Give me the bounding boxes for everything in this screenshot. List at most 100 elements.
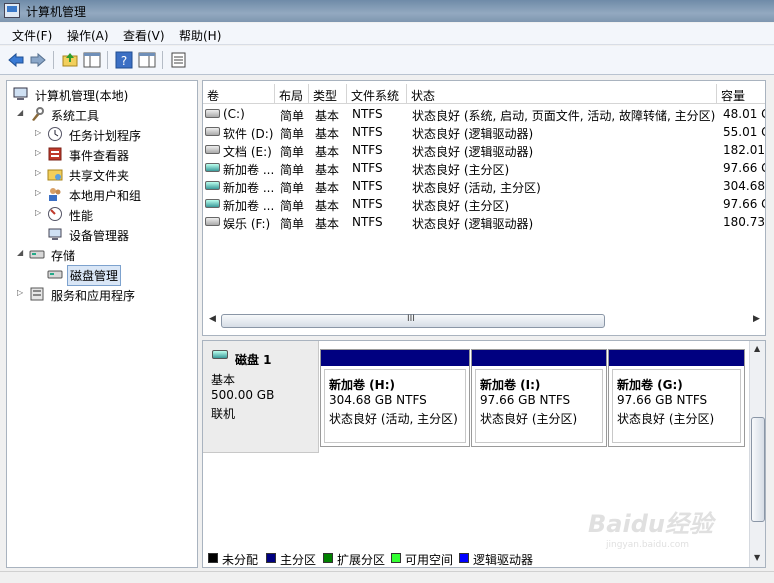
partition-size: 97.66 GB NTFS	[617, 393, 708, 407]
expanded-arrow-icon[interactable]: ◢	[17, 248, 27, 257]
scroll-left-arrow-icon[interactable]: ◀	[209, 314, 216, 324]
volume-row[interactable]: 软件 (D:) 简单 基本 NTFS 状态良好 (逻辑驱动器) 55.01 G	[203, 123, 766, 141]
disk-name: 磁盘 1	[235, 353, 272, 367]
column-header-status[interactable]: 状态	[407, 84, 717, 104]
collapsed-arrow-icon[interactable]: ▷	[35, 208, 45, 217]
help-icon[interactable]: ?	[115, 51, 133, 69]
menu-help[interactable]: 帮助(H)	[179, 27, 221, 44]
watermark-url: jingyan.baidu.com	[606, 540, 690, 550]
legend-label: 主分区	[280, 553, 317, 567]
expanded-arrow-icon[interactable]: ◢	[17, 108, 27, 117]
volume-name: (C:)	[223, 107, 245, 121]
volume-status: 状态良好 (逻辑驱动器)	[412, 217, 534, 231]
column-header-type[interactable]: 类型	[309, 84, 347, 104]
volume-capacity: 97.66 G	[723, 161, 766, 175]
tree-label-event-viewer: 事件查看器	[69, 149, 130, 163]
volume-list-header: 卷 布局 类型 文件系统 状态 容量	[203, 84, 765, 104]
column-header-volume[interactable]: 卷	[203, 84, 275, 104]
menu-action[interactable]: 操作(A)	[67, 27, 109, 44]
volume-name: 软件 (D:)	[223, 127, 274, 141]
scroll-up-arrow-icon[interactable]: ▲	[754, 344, 760, 353]
drive-icon	[205, 163, 220, 172]
properties-icon[interactable]	[138, 51, 156, 69]
event-viewer-icon	[48, 147, 62, 161]
volume-status: 状态良好 (逻辑驱动器)	[412, 127, 534, 141]
volume-type: 基本	[315, 145, 340, 159]
tree-label-disk-management: 磁盘管理	[67, 265, 122, 286]
volume-layout: 简单	[280, 127, 305, 141]
partition-block[interactable]: 新加卷 (I:) 97.66 GB NTFS 状态良好 (主分区)	[471, 349, 607, 447]
column-header-layout[interactable]: 布局	[275, 84, 309, 104]
collapsed-arrow-icon[interactable]: ▷	[35, 128, 45, 137]
volume-filesystem: NTFS	[352, 197, 383, 211]
scroll-right-arrow-icon[interactable]: ▶	[753, 314, 760, 324]
drive-icon	[205, 217, 220, 226]
collapsed-arrow-icon[interactable]: ▷	[17, 288, 27, 297]
volume-type: 基本	[315, 181, 340, 195]
partition-status: 状态良好 (主分区)	[480, 412, 578, 426]
scrollbar-thumb[interactable]: III	[221, 314, 605, 328]
volume-row[interactable]: (C:) 简单 基本 NTFS 状态良好 (系统, 启动, 页面文件, 活动, …	[203, 105, 765, 123]
volume-status: 状态良好 (系统, 启动, 页面文件, 活动, 故障转储, 主分区)	[412, 109, 716, 123]
menu-view[interactable]: 查看(V)	[123, 27, 165, 44]
legend-swatch	[391, 553, 401, 563]
tree-label-device-manager: 设备管理器	[69, 229, 130, 243]
drive-icon	[205, 199, 220, 208]
tree-label-system-tools: 系统工具	[51, 109, 100, 123]
disk-info-panel[interactable]: 磁盘 1 基本 500.00 GB 联机	[203, 341, 319, 453]
primary-partition-bar	[321, 350, 469, 366]
partition-name: 新加卷 (I:)	[480, 378, 541, 392]
computer-icon	[13, 87, 28, 100]
volume-row[interactable]: 娱乐 (F:) 简单 基本 NTFS 状态良好 (逻辑驱动器) 180.73	[203, 213, 765, 231]
volume-row[interactable]: 新加卷 ... 简单 基本 NTFS 状态良好 (主分区) 97.66 G	[203, 159, 766, 177]
partition-status: 状态良好 (主分区)	[617, 412, 715, 426]
volume-name: 新加卷 ...	[223, 163, 275, 177]
collapsed-arrow-icon[interactable]: ▷	[35, 168, 45, 177]
volume-capacity: 55.01 G	[723, 125, 766, 139]
volume-status: 状态良好 (主分区)	[412, 199, 510, 213]
forward-icon[interactable]	[29, 51, 47, 69]
tree-label-storage: 存储	[51, 249, 76, 263]
disk-state: 联机	[211, 407, 236, 421]
scrollbar-thumb[interactable]	[751, 417, 765, 522]
export-icon[interactable]	[170, 51, 188, 69]
volume-layout: 简单	[280, 163, 305, 177]
primary-partition-bar	[609, 350, 744, 366]
partition-block[interactable]: 新加卷 (G:) 97.66 GB NTFS 状态良好 (主分区)	[608, 349, 745, 447]
watermark-text: Baidu经验	[588, 510, 713, 538]
volume-filesystem: NTFS	[352, 179, 383, 193]
volume-type: 基本	[315, 163, 340, 177]
volume-capacity: 182.01	[723, 143, 765, 157]
disk-icon	[212, 350, 228, 359]
volume-capacity: 97.66 G	[723, 197, 766, 211]
partition-size: 304.68 GB NTFS	[329, 393, 427, 407]
vertical-scrollbar[interactable]: ▲ ▼	[749, 341, 765, 567]
column-header-capacity[interactable]: 容量	[717, 84, 765, 104]
back-icon[interactable]	[7, 51, 25, 69]
volume-layout: 简单	[280, 145, 305, 159]
volume-row[interactable]: 文档 (E:) 简单 基本 NTFS 状态良好 (逻辑驱动器) 182.01	[203, 141, 765, 159]
volume-name: 新加卷 ...	[223, 199, 275, 213]
volume-capacity: 180.73	[723, 215, 765, 229]
volume-type: 基本	[315, 109, 340, 123]
clock-icon	[48, 127, 62, 141]
navigation-tree: 计算机管理(本地) ◢ 系统工具 ▷ 任务计划程序 ▷ 事件查看器 ▷ 共享文件…	[6, 80, 198, 568]
horizontal-scrollbar[interactable]: ◀ III ▶	[207, 313, 763, 330]
show-hide-tree-icon[interactable]	[83, 51, 101, 69]
scroll-down-arrow-icon[interactable]: ▼	[754, 553, 760, 562]
menu-file[interactable]: 文件(F)	[12, 27, 52, 44]
disk-size: 500.00 GB	[211, 388, 275, 402]
up-folder-icon[interactable]	[61, 51, 79, 69]
drive-icon	[205, 127, 220, 136]
partition-block[interactable]: 新加卷 (H:) 304.68 GB NTFS 状态良好 (活动, 主分区)	[320, 349, 470, 447]
volume-layout: 简单	[280, 199, 305, 213]
collapsed-arrow-icon[interactable]: ▷	[35, 148, 45, 157]
tree-label-services-apps: 服务和应用程序	[51, 289, 136, 303]
volume-layout: 简单	[280, 217, 305, 231]
volume-row[interactable]: 新加卷 ... 简单 基本 NTFS 状态良好 (主分区) 97.66 G	[203, 195, 766, 213]
volume-row[interactable]: 新加卷 ... 简单 基本 NTFS 状态良好 (活动, 主分区) 304.68	[203, 177, 765, 195]
primary-partition-bar	[472, 350, 606, 366]
collapsed-arrow-icon[interactable]: ▷	[35, 188, 45, 197]
column-header-filesystem[interactable]: 文件系统	[347, 84, 407, 104]
volume-name: 新加卷 ...	[223, 181, 275, 195]
